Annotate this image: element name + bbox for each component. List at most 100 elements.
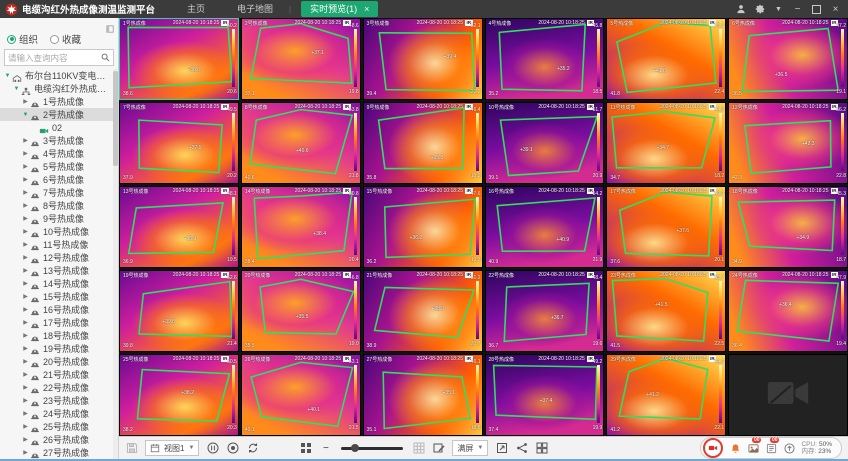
caret-open-icon[interactable]: ▼ xyxy=(3,73,12,79)
caret-closed-icon[interactable]: ▶ xyxy=(21,228,30,235)
caret-closed-icon[interactable]: ▶ xyxy=(21,267,30,274)
preview-tile-25号热成像[interactable]: 25号热成像2024-08-20 10:18:25IR50.520.3+38.2… xyxy=(119,354,239,436)
preview-tile-7号热成像[interactable]: 7号热成像2024-08-20 10:18:25IR49.520.2+37.93… xyxy=(119,102,239,184)
preview-tile-6号热成像[interactable]: 6号热成像2024-08-20 10:18:25IR47.219.1+36.53… xyxy=(728,18,848,100)
radio-organization[interactable]: 组织 xyxy=(7,32,38,46)
caret-closed-icon[interactable]: ▶ xyxy=(21,163,30,170)
preview-tile-13号热成像[interactable]: 13号热成像2024-08-20 10:18:25IR48.119.5+36.9… xyxy=(119,186,239,268)
emergency-record-button[interactable] xyxy=(703,438,723,458)
tree-item-14号热成像[interactable]: ▶14号热成像 xyxy=(0,277,118,290)
preview-tile-18号热成像[interactable]: 18号热成像2024-08-20 10:18:25IR45.318.7+34.9… xyxy=(728,186,848,268)
cycle-icon[interactable] xyxy=(246,442,259,455)
tree-item-16号热成像[interactable]: ▶16号热成像 xyxy=(0,303,118,316)
preview-tile-19号热成像[interactable]: 19号热成像2024-08-20 10:18:25IR52.621.4+39.8… xyxy=(119,270,239,352)
caret-open-icon[interactable]: ▼ xyxy=(12,86,21,92)
edit-layout-icon[interactable] xyxy=(432,442,445,455)
tree-item-19号热成像[interactable]: ▶19号热成像 xyxy=(0,342,118,355)
preview-tile-24号热成像[interactable]: 24号热成像2024-08-20 10:18:25IR47.919.4+36.4… xyxy=(728,270,848,352)
view-select[interactable]: 视图1 ▼ xyxy=(145,440,199,456)
tree-item-4号热成像[interactable]: ▶4号热成像 xyxy=(0,147,118,160)
preview-tile-27号热成像[interactable]: 27号热成像2024-08-20 10:18:25IR46.118.8+35.1… xyxy=(363,354,483,436)
preview-tile-28号热成像[interactable]: 28号热成像2024-08-20 10:18:25IR49.219.9+37.4… xyxy=(485,354,605,436)
tree-item-7号热成像[interactable]: ▶7号热成像 xyxy=(0,186,118,199)
caret-closed-icon[interactable]: ▶ xyxy=(21,280,30,287)
tree-item-21号热成像[interactable]: ▶21号热成像 xyxy=(0,368,118,381)
preview-tile-15号热成像[interactable]: 15号热成像2024-08-20 10:18:25IR47.619.3+36.2… xyxy=(363,186,483,268)
preview-tile-1号热成像[interactable]: 1号热成像2024-08-20 10:18:25IR50.220.6+38.63… xyxy=(119,18,239,100)
caret-closed-icon[interactable]: ▶ xyxy=(21,215,30,222)
caret-closed-icon[interactable]: ▶ xyxy=(21,358,30,365)
tree-item-02[interactable]: 02 xyxy=(0,121,118,134)
minimize-icon[interactable]: − xyxy=(792,4,803,15)
caret-closed-icon[interactable]: ▶ xyxy=(21,241,30,248)
alarm-count-icon[interactable]: 00 xyxy=(747,442,759,454)
preview-tile-26号热成像[interactable]: 26号热成像2024-08-20 10:18:25IR53.121.5+40.1… xyxy=(241,354,361,436)
caret-closed-icon[interactable]: ▶ xyxy=(21,384,30,391)
caret-closed-icon[interactable]: ▶ xyxy=(21,436,30,443)
alarm-icon[interactable] xyxy=(729,442,741,454)
preview-tile-10号热成像[interactable]: 10号热成像2024-08-20 10:18:25IR51.720.9+39.1… xyxy=(485,102,605,184)
caret-closed-icon[interactable]: ▶ xyxy=(21,306,30,313)
scale-mode-select[interactable]: 满屏 ▼ xyxy=(452,440,488,456)
tree-item-8号热成像[interactable]: ▶8号热成像 xyxy=(0,199,118,212)
upload-icon[interactable] xyxy=(783,442,795,454)
chevron-down-icon[interactable]: ▼ xyxy=(773,4,784,15)
event-count-icon[interactable]: 00 xyxy=(765,442,777,454)
preview-tile-21号热成像[interactable]: 21号热成像2024-08-20 10:18:25IR51.220.7+38.9… xyxy=(363,270,483,352)
tree-item-15号热成像[interactable]: ▶15号热成像 xyxy=(0,290,118,303)
tree-item-2号热成像[interactable]: ▼2号热成像 xyxy=(0,108,118,121)
search-icon[interactable] xyxy=(98,53,113,62)
scale-slider[interactable] xyxy=(341,447,403,450)
search-input[interactable] xyxy=(5,53,98,63)
preview-tile-3号热成像[interactable]: 3号热成像2024-08-20 10:18:25IR52.121.2+39.43… xyxy=(363,18,483,100)
grid-config-icon[interactable] xyxy=(412,442,425,455)
tree-item-25号热成像[interactable]: ▶25号热成像 xyxy=(0,420,118,433)
collapse-sidebar-icon[interactable] xyxy=(106,20,114,30)
tree-item-9号热成像[interactable]: ▶9号热成像 xyxy=(0,212,118,225)
tree-item-24号热成像[interactable]: ▶24号热成像 xyxy=(0,407,118,420)
tree-item-22号热成像[interactable]: ▶22号热成像 xyxy=(0,381,118,394)
preview-tile-2号热成像[interactable]: 2号热成像2024-08-20 10:18:25IR48.619.8+37.13… xyxy=(241,18,361,100)
caret-closed-icon[interactable]: ▶ xyxy=(21,423,30,430)
maximize-icon[interactable] xyxy=(811,4,822,15)
caret-closed-icon[interactable]: ▶ xyxy=(21,150,30,157)
preview-tile-22号热成像[interactable]: 22号热成像2024-08-20 10:18:25IR48.419.6+36.7… xyxy=(485,270,605,352)
tree-item-6号热成像[interactable]: ▶6号热成像 xyxy=(0,173,118,186)
caret-closed-icon[interactable]: ▶ xyxy=(21,449,30,456)
share-icon[interactable] xyxy=(515,442,528,455)
tree-item-10号热成像[interactable]: ▶10号热成像 xyxy=(0,225,118,238)
caret-closed-icon[interactable]: ▶ xyxy=(21,345,30,352)
preview-tile-16号热成像[interactable]: 16号热成像2024-08-20 10:18:25IR54.221.9+40.9… xyxy=(485,186,605,268)
close-icon[interactable]: × xyxy=(830,4,841,15)
preview-tile-17号热成像[interactable]: 17号热成像2024-08-20 10:18:25IR49.920.1+37.6… xyxy=(606,186,726,268)
tree-item-5号热成像[interactable]: ▶5号热成像 xyxy=(0,160,118,173)
tab-home[interactable]: 主页 xyxy=(171,0,221,18)
preview-tile-5号热成像[interactable]: 5号热成像2024-08-20 10:18:25IR55.322.4+41.84… xyxy=(606,18,726,100)
caret-closed-icon[interactable]: ▶ xyxy=(21,397,30,404)
settings-gear-icon[interactable] xyxy=(754,4,765,15)
preview-tile-14号热成像[interactable]: 14号热成像2024-08-20 10:18:25IR50.820.4+38.4… xyxy=(241,186,361,268)
tree-item-27号热成像[interactable]: ▶27号热成像 xyxy=(0,446,118,459)
preview-tile-4号热成像[interactable]: 4号热成像2024-08-20 10:18:25IR45.818.5+35.23… xyxy=(485,18,605,100)
fullscreen-icon[interactable] xyxy=(495,442,508,455)
preview-tile-23号热成像[interactable]: 23号热成像2024-08-20 10:18:25IR55.722.5+41.5… xyxy=(606,270,726,352)
tree-item-布尔台110KV变电站 (29/29)[interactable]: ▼布尔台110KV变电站 (29/29) xyxy=(0,69,118,82)
tree-item-26号热成像[interactable]: ▶26号热成像 xyxy=(0,433,118,446)
tree-item-电缆沟红外热成像 (26/29)[interactable]: ▼电缆沟红外热成像 (26/29) xyxy=(0,82,118,95)
caret-open-icon[interactable]: ▼ xyxy=(21,112,30,118)
zoom-minus-icon[interactable]: − xyxy=(319,442,332,455)
preview-tile-empty[interactable] xyxy=(728,354,848,436)
tree-item-17号热成像[interactable]: ▶17号热成像 xyxy=(0,316,118,329)
caret-closed-icon[interactable]: ▶ xyxy=(21,98,30,105)
tree-item-1号热成像[interactable]: ▶1号热成像 xyxy=(0,95,118,108)
tree-item-11号热成像[interactable]: ▶11号热成像 xyxy=(0,238,118,251)
preview-tile-9号热成像[interactable]: 9号热成像2024-08-20 10:18:25IR46.418.9+35.83… xyxy=(363,102,483,184)
radio-favorites[interactable]: 收藏 xyxy=(50,32,81,46)
scale-slider-knob[interactable] xyxy=(351,444,359,452)
sidebar-scrollbar[interactable] xyxy=(113,69,118,459)
tab-emap[interactable]: 电子地图 xyxy=(221,0,289,18)
caret-closed-icon[interactable]: ▶ xyxy=(21,371,30,378)
caret-closed-icon[interactable]: ▶ xyxy=(21,176,30,183)
caret-closed-icon[interactable]: ▶ xyxy=(21,293,30,300)
tab-close-icon[interactable]: × xyxy=(364,1,369,17)
